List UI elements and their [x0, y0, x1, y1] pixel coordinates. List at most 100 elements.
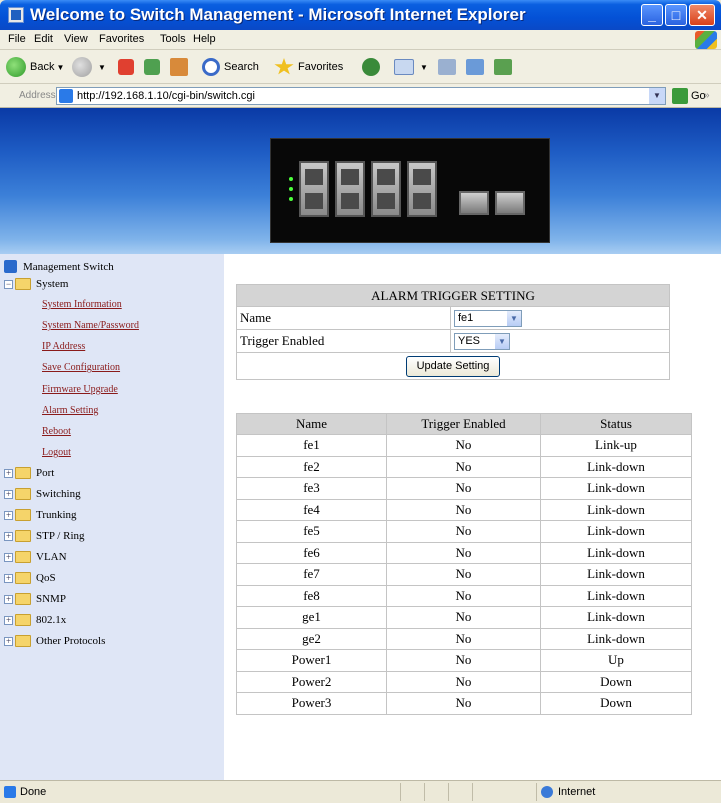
table-row: fe5 No Link-down [236, 520, 692, 543]
expand-icon[interactable]: + [4, 552, 13, 562]
name-select-value: fe1 [458, 312, 474, 325]
page-icon [59, 89, 73, 103]
status-value: Link-down [540, 477, 692, 500]
name-select[interactable]: fe1 ▼ [454, 309, 522, 327]
tree-folder-snmp[interactable]: + SNMP [4, 593, 66, 605]
menu-edit[interactable]: Edit [34, 33, 53, 45]
tree-folder-qos[interactable]: + QoS [4, 572, 56, 584]
print-icon [438, 59, 456, 75]
home-button[interactable] [170, 56, 192, 78]
address-input[interactable]: http://192.168.1.10/cgi-bin/switch.cgi ▼ [56, 87, 666, 105]
computer-icon [4, 260, 17, 273]
status-value: Link-down [540, 606, 692, 629]
stop-button[interactable] [118, 56, 138, 78]
ie-window-icon[interactable] [8, 7, 24, 23]
go-button[interactable]: Go [672, 88, 706, 104]
status-value: Link-down [540, 627, 692, 650]
toolbar: Back ▼ ▼ Search Favorites ▼ [0, 50, 721, 84]
links-toolbar[interactable]: » [704, 90, 710, 101]
expand-icon[interactable]: + [4, 510, 13, 520]
update-cell: Update Setting [236, 352, 670, 380]
menu-view[interactable]: View [64, 33, 88, 45]
sidebar-item-save-configuration[interactable]: Save Configuration [42, 362, 120, 373]
search-label: Search [224, 61, 259, 73]
tree-folder-trunking[interactable]: + Trunking [4, 509, 77, 521]
windows-logo-icon [695, 31, 717, 49]
sidebar-item-logout[interactable]: Logout [42, 447, 71, 458]
tree-folder-stp-ring[interactable]: + STP / Ring [4, 530, 85, 542]
switch-device-image [270, 138, 550, 243]
tree-folder-system[interactable]: − System [4, 278, 68, 290]
mail-button[interactable]: ▼ [394, 56, 428, 78]
folder-icon [15, 614, 31, 626]
maximize-button[interactable]: □ [665, 4, 687, 26]
port-name: Power3 [236, 692, 387, 715]
sidebar-item-ip-address[interactable]: IP Address [42, 341, 85, 352]
tree-folder-802-1x[interactable]: +802.1x [4, 614, 66, 626]
menu-help[interactable]: Help [193, 33, 216, 45]
ge-port [459, 191, 489, 215]
status-value: Link-down [540, 498, 692, 521]
name-label: Name [236, 306, 451, 330]
sidebar-item-reboot[interactable]: Reboot [42, 426, 71, 437]
messenger-icon [494, 59, 512, 75]
fe-port-module [371, 161, 401, 217]
trigger-enabled-label: Trigger Enabled [236, 329, 451, 353]
chevron-down-icon[interactable]: ▼ [649, 88, 665, 104]
expand-icon[interactable]: + [4, 489, 13, 499]
security-zone: Internet [558, 786, 596, 798]
trigger-enabled-value: No [386, 520, 541, 543]
edit-button[interactable] [466, 56, 488, 78]
messenger-button[interactable] [494, 56, 516, 78]
expand-icon[interactable]: + [4, 531, 13, 541]
tree-folder-switching[interactable]: + Switching [4, 488, 81, 500]
port-name: ge2 [236, 627, 387, 650]
port-name: fe8 [236, 584, 387, 607]
trigger-enabled-select[interactable]: YES ▼ [454, 332, 510, 350]
menu-file[interactable]: File [8, 33, 26, 45]
status-text: Done [20, 786, 47, 798]
update-setting-button[interactable]: Update Setting [405, 355, 501, 377]
media-button[interactable] [362, 56, 384, 78]
menu-bar: File Edit View Favorites Tools Help [0, 30, 721, 50]
tree-root[interactable]: Management Switch [4, 260, 114, 273]
folder-icon [15, 593, 31, 605]
favorites-button[interactable]: Favorites [274, 56, 343, 78]
search-button[interactable]: Search [202, 56, 259, 78]
print-button[interactable] [438, 56, 460, 78]
trigger-enabled-value: No [386, 606, 541, 629]
port-status-table: Name Trigger Enabled Status fe1 No Link-up… [236, 413, 692, 715]
menu-favorites[interactable]: Favorites [99, 33, 144, 45]
led-indicator [289, 187, 293, 191]
led-indicator [289, 177, 293, 181]
tree-folder-other-protocols[interactable]: + Other Protocols [4, 635, 105, 647]
collapse-icon[interactable]: − [4, 279, 13, 289]
table-row: Power1 No Up [236, 649, 692, 672]
table-row: fe3 No Link-down [236, 477, 692, 500]
table-row: fe6 No Link-down [236, 541, 692, 564]
back-arrow-icon [6, 57, 26, 77]
expand-icon[interactable]: + [4, 573, 13, 583]
sidebar-item-firmware-upgrade[interactable]: Firmware Upgrade [42, 384, 118, 395]
port-name: Power1 [236, 649, 387, 672]
home-icon [170, 58, 188, 76]
refresh-button[interactable] [144, 56, 164, 78]
tree-folder-port[interactable]: + Port [4, 467, 54, 479]
minimize-button[interactable]: _ [641, 4, 663, 26]
tree-folder-vlan[interactable]: + VLAN [4, 551, 67, 563]
status-divider [448, 783, 449, 801]
sidebar-item-system-name-password[interactable]: System Name/Password [42, 320, 139, 331]
expand-icon[interactable]: + [4, 594, 13, 604]
expand-icon[interactable]: + [4, 615, 13, 625]
chevron-down-icon: ▼ [56, 62, 65, 72]
sidebar-item-system-information[interactable]: System Information [42, 299, 122, 310]
ge-port [495, 191, 525, 215]
expand-icon[interactable]: + [4, 468, 13, 478]
forward-button[interactable]: ▼ [72, 56, 106, 78]
menu-tools[interactable]: Tools [160, 33, 186, 45]
back-button[interactable]: Back ▼ [6, 56, 64, 78]
expand-icon[interactable]: + [4, 636, 13, 646]
close-button[interactable]: ✕ [689, 4, 715, 26]
status-divider [472, 783, 473, 801]
sidebar-item-alarm-setting[interactable]: Alarm Setting [42, 405, 98, 416]
